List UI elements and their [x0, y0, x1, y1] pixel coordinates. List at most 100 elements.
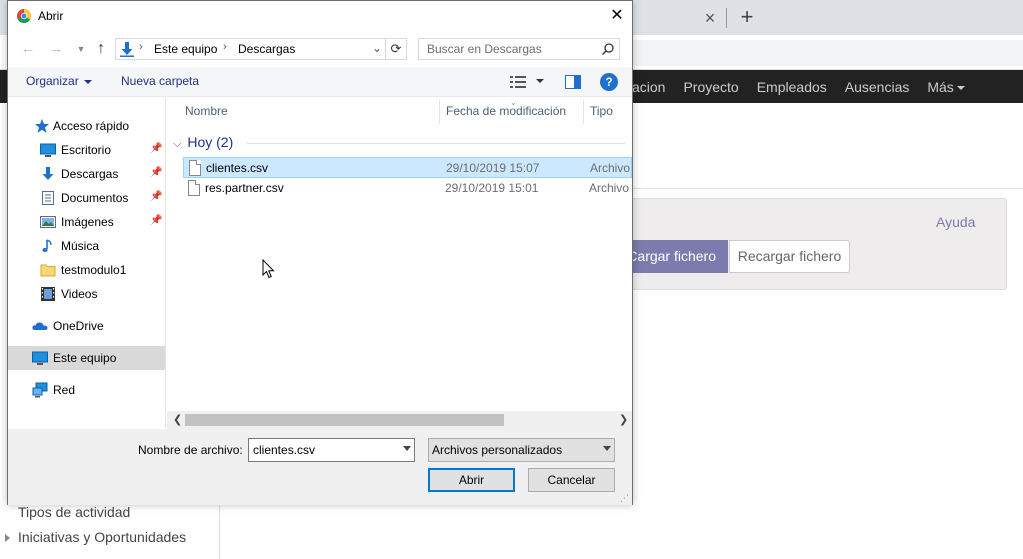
navigation-pane: Acceso rápido Escritorio 📌 Descargas 📌 D… [8, 98, 166, 428]
new-folder-button[interactable]: Nueva carpeta [121, 74, 199, 88]
column-header-name[interactable]: Nombre [185, 104, 228, 118]
address-chevron-icon[interactable]: › [139, 41, 143, 53]
table-row[interactable]: res.partner.csv 29/10/2019 15:01 Archivo [183, 178, 632, 199]
open-button[interactable]: Abrir [428, 468, 515, 492]
open-file-dialog: Abrir ✕ ← → ▼ ↑ › Este equipo › Descarga… [7, 0, 633, 505]
address-chevron-icon[interactable]: › [223, 41, 227, 53]
music-icon [42, 239, 52, 252]
nav-item-onedrive[interactable]: OneDrive [8, 314, 165, 338]
new-tab-icon[interactable]: + [736, 6, 758, 28]
breadcrumb-this-pc[interactable]: Este equipo [154, 42, 217, 56]
pin-icon[interactable]: 📌 [150, 215, 162, 226]
nav-item-pictures[interactable]: Imágenes 📌 [8, 210, 165, 234]
network-icon [32, 382, 48, 398]
dialog-footer: Nombre de archivo: Archivos personalizad… [8, 429, 632, 505]
nav-item-this-pc[interactable]: Este equipo [8, 346, 165, 370]
load-file-button[interactable]: Cargar fichero [620, 240, 728, 273]
nav-item-documents[interactable]: Documentos 📌 [8, 186, 165, 210]
filename-label: Nombre de archivo: [138, 443, 243, 457]
column-header-date-modified[interactable]: Fecha de modificación [446, 104, 566, 118]
menu-item-partial[interactable]: acion [632, 79, 665, 95]
dialog-titlebar[interactable]: Abrir ✕ [8, 1, 632, 31]
help-icon[interactable]: ? [600, 73, 618, 91]
help-link[interactable]: Ayuda [936, 214, 975, 230]
menu-item-more[interactable]: Más [927, 78, 965, 95]
pin-icon[interactable]: 📌 [150, 167, 162, 178]
horizontal-scrollbar[interactable]: ❮ ❯ [167, 411, 632, 429]
reload-file-button[interactable]: Recargar fichero [729, 240, 850, 273]
pin-icon[interactable]: 📌 [150, 143, 162, 154]
column-divider[interactable] [583, 100, 584, 124]
address-bar[interactable]: › Este equipo › Descargas ⌄ [115, 38, 386, 60]
nav-label: Descargas [61, 167, 119, 181]
group-divider [247, 143, 625, 144]
scrollbar-thumb[interactable] [185, 414, 504, 426]
breadcrumb-downloads[interactable]: Descargas [238, 42, 295, 56]
column-divider[interactable] [439, 100, 440, 124]
tab-separator [726, 8, 727, 28]
scroll-right-icon[interactable]: ❯ [619, 413, 628, 426]
group-header-today[interactable]: ⌵ Hoy (2) [173, 134, 233, 151]
download-folder-icon [120, 42, 134, 57]
file-type: Archivo [589, 181, 630, 195]
view-options-caret-icon[interactable] [536, 79, 544, 83]
dialog-title: Abrir [38, 9, 64, 23]
address-dropdown-icon[interactable]: ⌄ [372, 41, 382, 55]
nav-label: Documentos [61, 191, 129, 205]
nav-item-music[interactable]: Música [8, 234, 165, 258]
close-icon[interactable]: ✕ [606, 5, 628, 27]
sidebar-item-activity-types[interactable]: Tipos de actividad [18, 504, 130, 520]
search-icon[interactable] [601, 42, 615, 56]
sidebar-item-leads[interactable]: Iniciativas y Oportunidades [18, 529, 186, 545]
file-date: 29/10/2019 15:01 [445, 181, 539, 195]
refresh-icon[interactable]: ⟳ [386, 38, 407, 60]
nav-label: Escritorio [61, 143, 112, 157]
nav-label: Acceso rápido [53, 119, 130, 133]
nav-item-downloads[interactable]: Descargas 📌 [8, 162, 165, 186]
organize-button[interactable]: Organizar [26, 74, 92, 88]
filename-combobox[interactable] [248, 438, 415, 462]
menu-item-employees[interactable]: Empleados [757, 79, 827, 95]
file-name: clientes.csv [206, 161, 269, 175]
nav-label: testmodulo1 [61, 263, 127, 277]
app-top-menu-items: acion Proyecto Empleados Ausencias Más [632, 70, 983, 103]
back-arrow-icon[interactable]: ← [18, 39, 38, 59]
menu-item-more-label: Más [927, 78, 954, 95]
address-row: ← → ▼ ↑ › Este equipo › Descargas ⌄ ⟳ [8, 33, 632, 65]
filename-input[interactable] [249, 439, 394, 461]
table-row[interactable]: clientes.csv 29/10/2019 15:07 Archivo [183, 157, 632, 178]
nav-label: Imágenes [61, 215, 114, 229]
caret-down-icon [83, 79, 92, 84]
group-label: Hoy (2) [187, 134, 234, 150]
nav-item-desktop[interactable]: Escritorio 📌 [8, 138, 165, 162]
nav-item-quick-access[interactable]: Acceso rápido [8, 114, 165, 138]
search-input[interactable] [419, 39, 599, 59]
expand-triangle-icon[interactable] [5, 534, 10, 542]
resize-grip-icon[interactable]: ⋰ [620, 493, 630, 503]
preview-pane-icon[interactable] [565, 75, 581, 89]
content-divider [632, 188, 1023, 189]
menu-item-project[interactable]: Proyecto [683, 79, 738, 95]
cancel-button[interactable]: Cancelar [528, 468, 615, 492]
view-details-icon[interactable] [510, 75, 526, 89]
file-type-select[interactable]: Archivos personalizados [428, 438, 615, 462]
file-icon [189, 160, 201, 176]
nav-item-network[interactable]: Red [8, 378, 165, 402]
up-arrow-icon[interactable]: ↑ [91, 39, 111, 59]
mouse-cursor-icon [262, 259, 275, 279]
nav-label: Red [53, 383, 76, 397]
forward-arrow-icon[interactable]: → [46, 39, 66, 59]
scroll-left-icon[interactable]: ❮ [173, 413, 182, 426]
chevron-down-icon[interactable] [403, 446, 411, 451]
nav-item-videos[interactable]: Videos [8, 282, 165, 306]
pin-icon[interactable]: 📌 [150, 191, 162, 202]
nav-label: OneDrive [53, 319, 104, 333]
tab-close-icon[interactable]: × [700, 8, 720, 28]
browser-address-bar[interactable] [600, 40, 1023, 66]
recent-locations-chevron-icon[interactable]: ▼ [71, 39, 91, 59]
menu-item-absences[interactable]: Ausencias [845, 79, 910, 95]
search-box[interactable] [418, 38, 620, 60]
collapse-chevron-icon: ⌵ [173, 138, 182, 150]
nav-item-testmodulo1[interactable]: testmodulo1 [8, 258, 165, 282]
column-header-type[interactable]: Tipo [590, 104, 613, 118]
